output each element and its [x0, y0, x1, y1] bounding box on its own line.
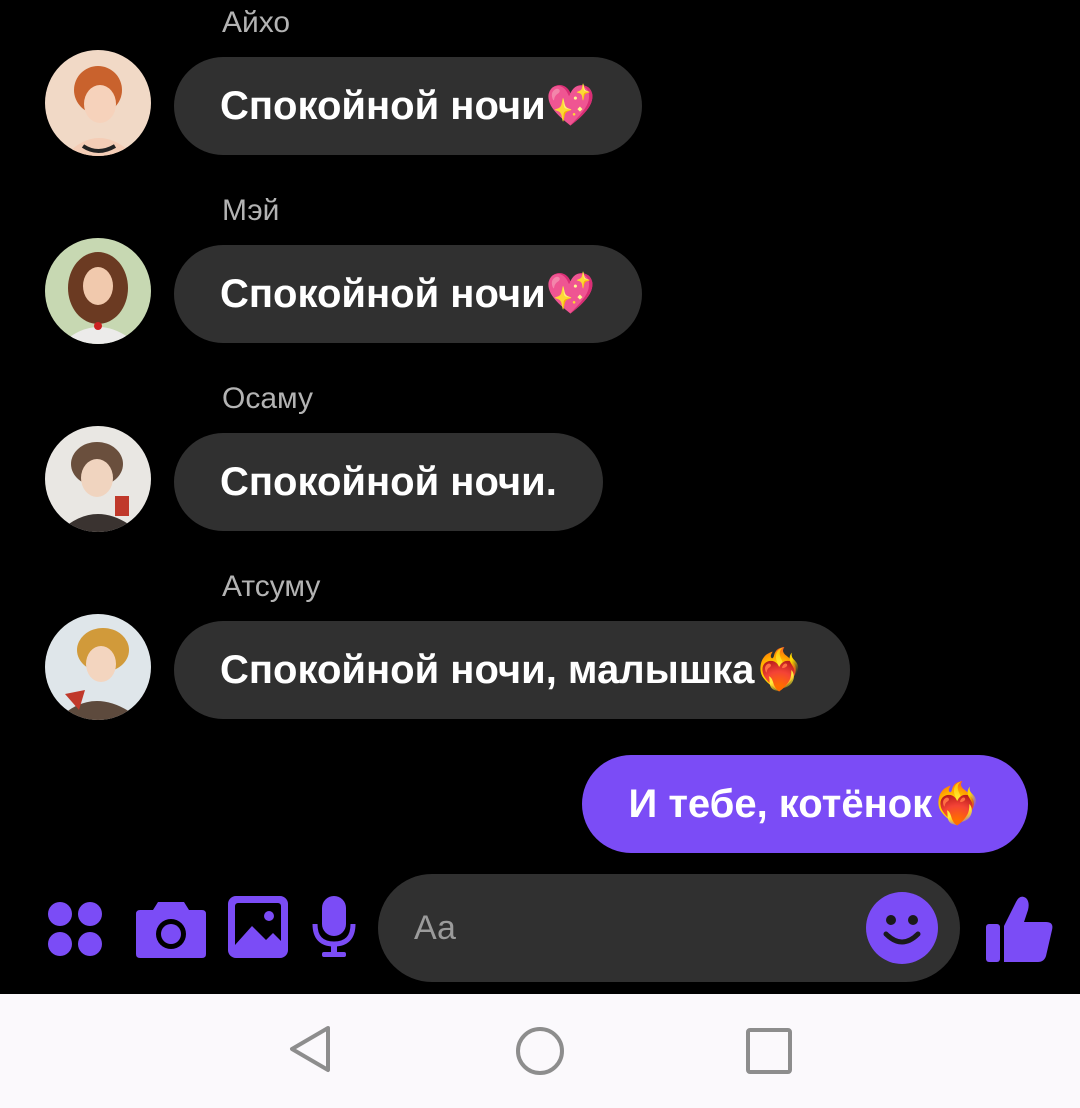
gallery-icon[interactable] [228, 896, 288, 958]
avatar[interactable] [45, 238, 151, 344]
recents-icon[interactable] [746, 1028, 792, 1079]
message-input[interactable] [414, 874, 854, 982]
message-composer [0, 870, 1080, 992]
sender-name: Осаму [222, 382, 313, 415]
avatar[interactable] [45, 50, 151, 156]
chat-thread: Айхо Спокойной ночи💖 Мэй Спокойной ночи💖… [0, 0, 1080, 870]
thumbs-up-icon[interactable] [986, 894, 1054, 962]
message-input-box[interactable] [378, 874, 960, 982]
camera-icon[interactable] [136, 896, 206, 958]
sender-name: Айхо [222, 6, 291, 39]
message-bubble[interactable]: Спокойной ночи, малышка❤️‍🔥 [174, 621, 851, 719]
sender-name: Атсуму [222, 570, 321, 603]
emoji-icon[interactable] [866, 892, 938, 969]
home-icon[interactable] [515, 1026, 565, 1081]
message-bubble[interactable]: Спокойной ночи💖 [174, 57, 642, 155]
avatar[interactable] [45, 614, 151, 720]
avatar[interactable] [45, 426, 151, 532]
system-navigation-bar [0, 994, 1080, 1108]
sender-name: Мэй [222, 194, 280, 227]
back-icon[interactable] [286, 1024, 334, 1079]
outgoing-message-bubble[interactable]: И тебе, котёнок❤️‍🔥 [582, 755, 1028, 853]
apps-icon[interactable] [46, 900, 104, 958]
message-bubble[interactable]: Спокойной ночи💖 [174, 245, 642, 343]
message-bubble[interactable]: Спокойной ночи. [174, 433, 603, 531]
microphone-icon[interactable] [312, 896, 356, 958]
